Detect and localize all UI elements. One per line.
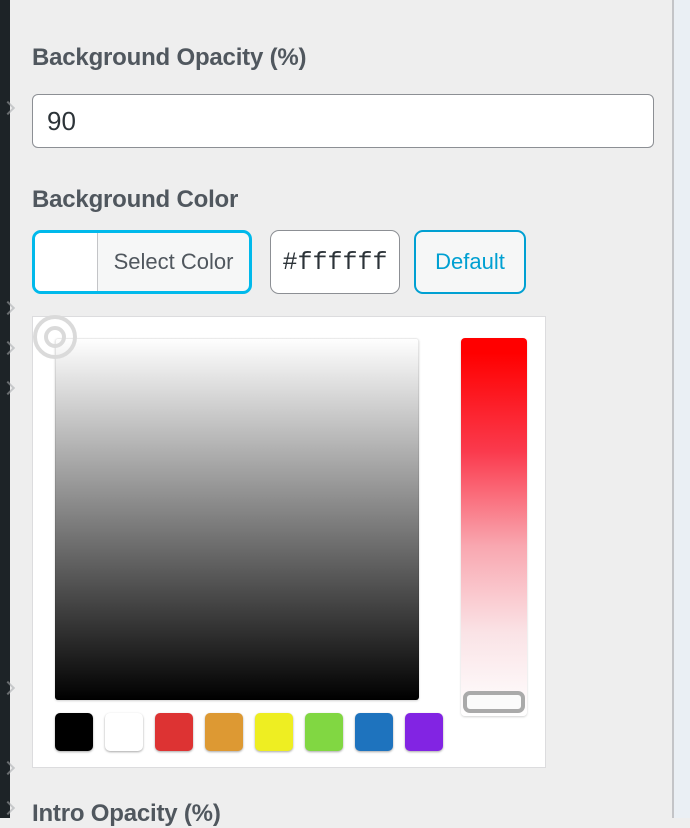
chevron-right-icon	[1, 100, 17, 116]
color-picker-panel	[32, 315, 546, 768]
default-color-button[interactable]: Default	[414, 230, 526, 294]
background-opacity-label: Background Opacity (%)	[32, 44, 307, 71]
chevron-right-icon	[1, 760, 17, 776]
swatch-green[interactable]	[305, 713, 343, 751]
hue-slider-handle[interactable]	[463, 691, 525, 713]
chevron-right-icon	[1, 680, 17, 696]
select-color-label: Select Color	[113, 249, 234, 274]
chevron-right-icon	[1, 340, 17, 356]
select-color-button[interactable]: Select Color	[32, 230, 252, 294]
hex-color-input[interactable]	[270, 230, 400, 294]
admin-sidebar-rail	[0, 0, 10, 818]
swatch-black[interactable]	[55, 713, 93, 751]
hue-slider-strip[interactable]	[461, 338, 527, 716]
swatch-blue[interactable]	[355, 713, 393, 751]
background-opacity-input[interactable]	[32, 94, 654, 148]
swatch-purple[interactable]	[405, 713, 443, 751]
saturation-value-square[interactable]	[33, 315, 419, 700]
swatch-orange[interactable]	[205, 713, 243, 751]
intro-opacity-label: Intro Opacity (%)	[32, 800, 221, 827]
outer-page-background	[674, 0, 690, 818]
chevron-right-icon	[1, 800, 17, 816]
panel-right-border	[672, 0, 674, 818]
swatch-red[interactable]	[155, 713, 193, 751]
color-palette-swatches	[55, 713, 443, 751]
saturation-value-handle[interactable]	[33, 315, 77, 359]
swatch-white[interactable]	[105, 713, 143, 751]
current-color-swatch[interactable]	[35, 233, 98, 291]
settings-panel: Background Opacity (%) Background Color …	[10, 0, 672, 827]
swatch-yellow[interactable]	[255, 713, 293, 751]
chevron-right-icon	[1, 380, 17, 396]
background-color-label: Background Color	[32, 186, 239, 213]
chevron-right-icon	[1, 300, 17, 316]
